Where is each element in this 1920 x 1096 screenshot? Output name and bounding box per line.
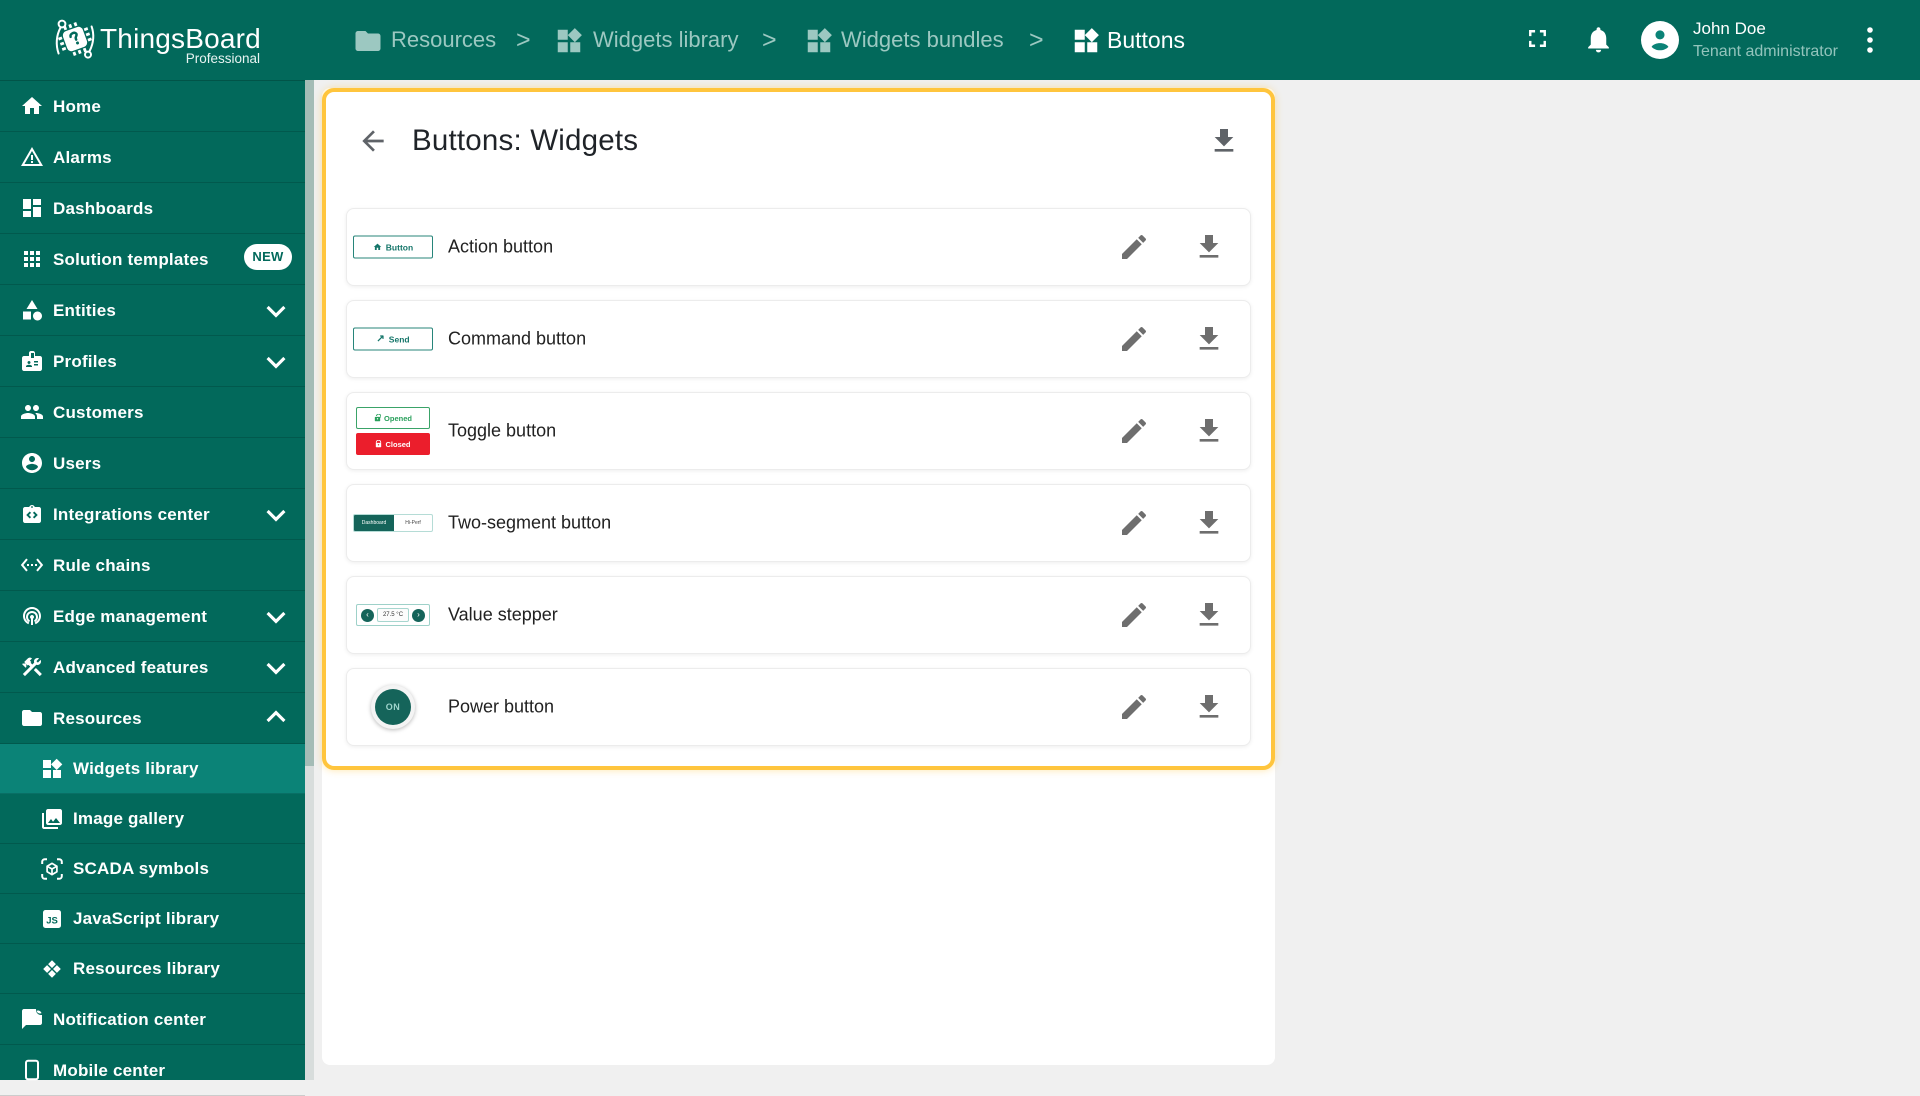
svg-text:JS: JS: [46, 915, 58, 926]
